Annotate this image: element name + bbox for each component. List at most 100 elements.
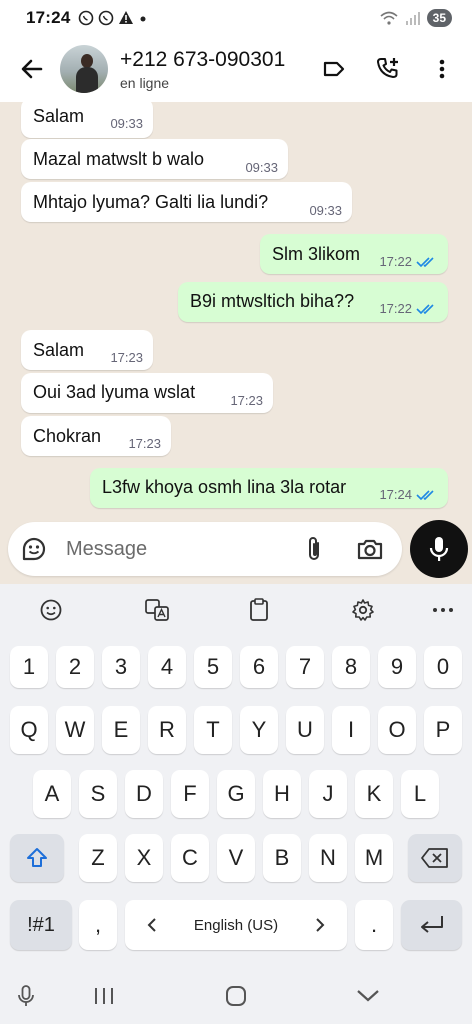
message-bubble-outgoing[interactable]: Slm 3likom 17:22 [260,234,448,274]
chat-header: +212 673-090301 en ligne [0,36,472,102]
voice-input-button[interactable] [10,980,42,1012]
back-button[interactable] [8,45,56,93]
sticker-button[interactable] [18,533,50,565]
key-q[interactable]: Q [10,706,48,754]
key-v[interactable]: V [217,834,255,882]
key-4[interactable]: 4 [148,646,186,688]
message-bubble-incoming[interactable]: Salam 17:23 [21,330,153,370]
label-button[interactable] [314,49,354,89]
more-horizontal-icon [433,608,453,612]
toolbar-more-button[interactable] [425,592,461,628]
emoji-button[interactable] [33,592,69,628]
key-e[interactable]: E [102,706,140,754]
translate-button[interactable] [139,592,175,628]
key-d[interactable]: D [125,770,163,818]
key-2[interactable]: 2 [56,646,94,688]
message-text: Salam [33,340,85,360]
key-c[interactable]: C [171,834,209,882]
message-bubble-outgoing[interactable]: L3fw khoya osmh lina 3la rotar 17:24 [90,468,448,508]
shift-key[interactable] [10,834,64,882]
camera-button[interactable] [352,531,388,567]
recent-apps-button[interactable] [88,980,120,1012]
message-time: 09:33 [245,160,278,175]
message-text: L3fw khoya osmh lina 3la rotar [102,477,347,497]
message-time: 17:23 [110,350,143,365]
attach-button[interactable] [296,531,332,567]
key-k[interactable]: K [355,770,393,818]
back-navigation-button[interactable] [352,980,384,1012]
key-x[interactable]: X [125,834,163,882]
translate-icon [145,599,169,621]
key-9[interactable]: 9 [378,646,416,688]
avatar[interactable] [60,45,108,93]
voice-record-button[interactable] [410,520,468,578]
message-time: 09:33 [309,203,342,218]
label-icon [323,61,345,77]
key-w[interactable]: W [56,706,94,754]
message-input[interactable]: Message [66,538,147,561]
key-7[interactable]: 7 [286,646,324,688]
backspace-key[interactable] [408,834,462,882]
contact-info[interactable]: +212 673-090301 en ligne [120,48,285,91]
key-5[interactable]: 5 [194,646,232,688]
period-key[interactable]: . [355,900,393,950]
add-call-button[interactable] [368,49,408,89]
enter-icon [420,916,443,933]
microphone-icon [18,985,34,1006]
backspace-icon [421,848,448,868]
wifi-icon [380,11,398,25]
key-p[interactable]: P [424,706,462,754]
clipboard-button[interactable] [241,592,277,628]
key-i[interactable]: I [332,706,370,754]
message-bubble-incoming[interactable]: Salam 09:33 [21,102,153,138]
message-bubble-incoming[interactable]: Mhtajo lyuma? Galti lia lundi? 09:33 [21,182,352,222]
key-1[interactable]: 1 [10,646,48,688]
whatsapp-notification-icon [99,10,114,26]
message-text: Chokran [33,426,102,446]
message-text: Oui 3ad lyuma wslat [33,382,196,402]
contact-status: en ligne [120,74,170,91]
message-text: B9i mtwsltich biha?? [190,291,355,311]
key-t[interactable]: T [194,706,232,754]
message-bubble-incoming[interactable]: Mazal matwslt b walo 09:33 [21,139,288,179]
key-3[interactable]: 3 [102,646,140,688]
message-bubble-incoming[interactable]: Chokran 17:23 [21,416,171,456]
key-r[interactable]: R [148,706,186,754]
key-a[interactable]: A [33,770,71,818]
comma-key[interactable]: , [79,900,117,950]
key-l[interactable]: L [401,770,439,818]
message-bubble-outgoing[interactable]: B9i mtwsltich biha?? 17:22 [178,282,448,322]
more-options-button[interactable] [422,49,462,89]
key-j[interactable]: J [309,770,347,818]
key-0[interactable]: 0 [424,646,462,688]
keyboard-settings-button[interactable] [345,592,381,628]
symbols-key[interactable]: !#1 [10,900,72,950]
message-time: 17:22 [379,254,438,269]
double-check-icon [416,256,434,267]
message-time: 17:23 [230,393,263,408]
enter-key[interactable] [401,900,462,950]
key-h[interactable]: H [263,770,301,818]
chat-area[interactable]: Salam 09:33 Mazal matwslt b walo 09:33 M… [0,102,472,584]
key-y[interactable]: Y [240,706,278,754]
dot-icon [140,16,146,22]
key-6[interactable]: 6 [240,646,278,688]
key-b[interactable]: B [263,834,301,882]
phone-plus-icon [377,58,398,78]
key-f[interactable]: F [171,770,209,818]
message-text: Mazal matwslt b walo [33,149,205,169]
key-z[interactable]: Z [79,834,117,882]
chevron-down-icon [357,990,379,1002]
key-s[interactable]: S [79,770,117,818]
keyboard-toolbar [0,584,472,636]
message-bubble-incoming[interactable]: Oui 3ad lyuma wslat 17:23 [21,373,273,413]
key-u[interactable]: U [286,706,324,754]
spacebar[interactable]: English (US) [125,900,347,950]
key-n[interactable]: N [309,834,347,882]
key-m[interactable]: M [355,834,393,882]
keyboard-language-label: English (US) [193,916,279,934]
home-button[interactable] [220,980,252,1012]
key-o[interactable]: O [378,706,416,754]
key-8[interactable]: 8 [332,646,370,688]
key-g[interactable]: G [217,770,255,818]
